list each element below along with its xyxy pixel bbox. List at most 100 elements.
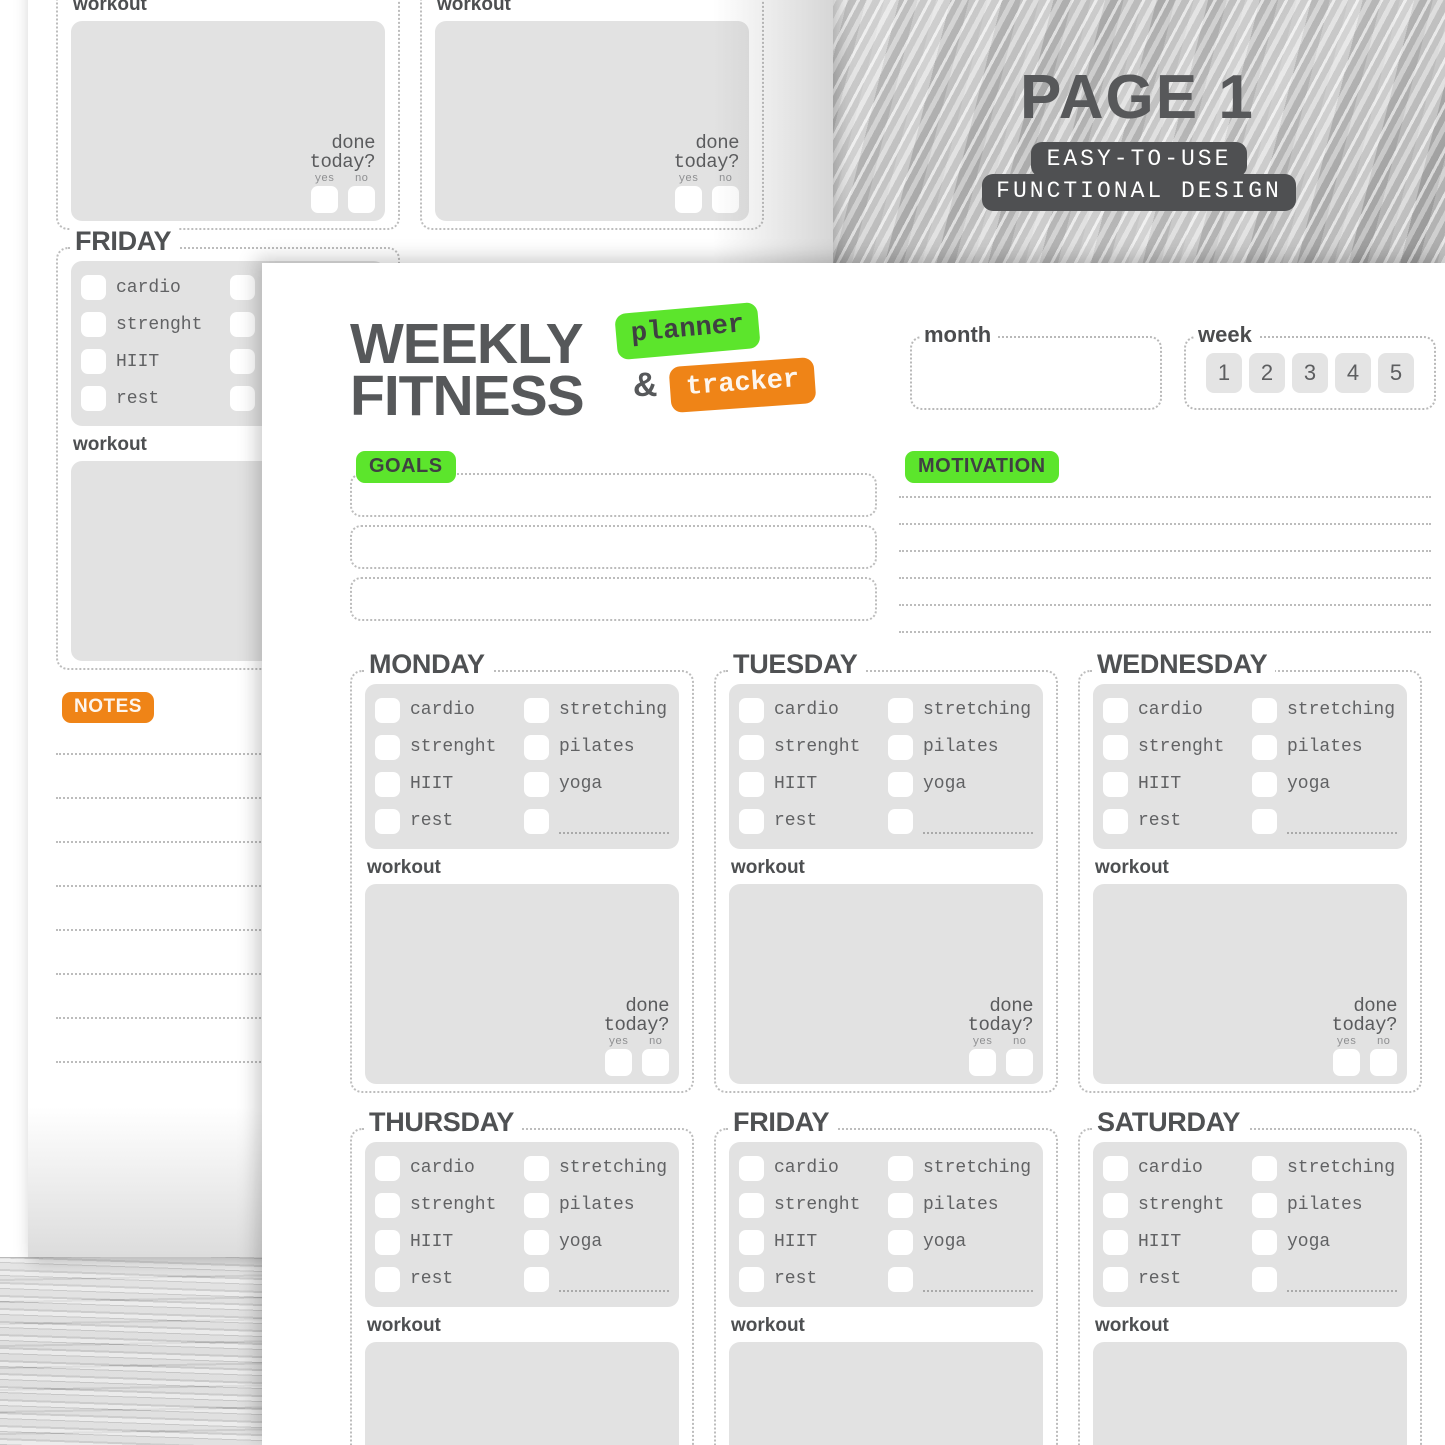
- checkbox-icon[interactable]: [524, 771, 549, 797]
- activity-custom-row[interactable]: [888, 805, 1033, 838]
- yes-option[interactable]: yes: [675, 174, 702, 213]
- activity-row[interactable]: cardio: [375, 1152, 520, 1185]
- checkbox-icon[interactable]: [375, 1155, 400, 1181]
- yes-checkbox-icon[interactable]: [311, 186, 338, 213]
- activity-custom-row[interactable]: [524, 1263, 669, 1296]
- no-option[interactable]: no: [348, 174, 375, 213]
- activity-row[interactable]: pilates: [1252, 731, 1397, 764]
- checkbox-icon[interactable]: [1252, 1192, 1277, 1218]
- checkbox-icon[interactable]: [375, 1266, 400, 1292]
- checkbox-icon[interactable]: [739, 1192, 764, 1218]
- checkbox-icon[interactable]: [1252, 1155, 1277, 1181]
- checkbox-icon[interactable]: [375, 771, 400, 797]
- activity-row[interactable]: stretching: [524, 1152, 669, 1185]
- activity-row[interactable]: rest: [81, 382, 226, 415]
- checkbox-icon[interactable]: [1103, 697, 1128, 723]
- yes-checkbox-icon[interactable]: [605, 1048, 632, 1076]
- activity-row[interactable]: strenght: [1103, 731, 1248, 764]
- checkbox-icon[interactable]: [1103, 808, 1128, 834]
- checkbox-icon[interactable]: [375, 808, 400, 834]
- checkbox-icon[interactable]: [888, 734, 913, 760]
- checkbox-icon[interactable]: [230, 312, 255, 337]
- yes-checkbox-icon[interactable]: [1333, 1048, 1360, 1076]
- activity-row[interactable]: cardio: [739, 1152, 884, 1185]
- activity-row[interactable]: stretching: [1252, 1152, 1397, 1185]
- checkbox-icon[interactable]: [230, 349, 255, 374]
- checkbox-icon[interactable]: [888, 1155, 913, 1181]
- motivation-line[interactable]: [899, 525, 1431, 552]
- activity-row[interactable]: pilates: [888, 731, 1033, 764]
- activity-row[interactable]: yoga: [888, 1226, 1033, 1259]
- checkbox-icon[interactable]: [1252, 1266, 1277, 1292]
- activity-row[interactable]: strenght: [81, 308, 226, 341]
- activity-row[interactable]: rest: [739, 1263, 884, 1296]
- activity-row[interactable]: cardio: [1103, 694, 1248, 727]
- checkbox-icon[interactable]: [524, 1155, 549, 1181]
- week-number-button[interactable]: 5: [1378, 353, 1414, 393]
- checkbox-icon[interactable]: [230, 386, 255, 411]
- workout-notes-input[interactable]: donetoday?yesno: [1093, 1341, 1407, 1445]
- checkbox-icon[interactable]: [739, 771, 764, 797]
- activity-row[interactable]: cardio: [1103, 1152, 1248, 1185]
- checkbox-icon[interactable]: [1252, 734, 1277, 760]
- motivation-line[interactable]: [899, 606, 1431, 633]
- activity-row[interactable]: yoga: [1252, 1226, 1397, 1259]
- checkbox-icon[interactable]: [1103, 771, 1128, 797]
- activity-row[interactable]: HIIT: [375, 1226, 520, 1259]
- yes-option[interactable]: yes: [969, 1036, 996, 1076]
- no-option[interactable]: no: [1370, 1036, 1397, 1076]
- checkbox-icon[interactable]: [81, 312, 106, 337]
- activity-row[interactable]: cardio: [81, 271, 226, 304]
- checkbox-icon[interactable]: [375, 734, 400, 760]
- checkbox-icon[interactable]: [1252, 1229, 1277, 1255]
- checkbox-icon[interactable]: [739, 734, 764, 760]
- checkbox-icon[interactable]: [375, 697, 400, 723]
- no-checkbox-icon[interactable]: [642, 1048, 669, 1076]
- checkbox-icon[interactable]: [739, 1229, 764, 1255]
- activity-row[interactable]: HIIT: [375, 768, 520, 801]
- week-number-button[interactable]: 2: [1249, 353, 1285, 393]
- motivation-line[interactable]: [899, 552, 1431, 579]
- checkbox-icon[interactable]: [1103, 1229, 1128, 1255]
- activity-row[interactable]: pilates: [888, 1189, 1033, 1222]
- checkbox-icon[interactable]: [888, 1266, 913, 1292]
- checkbox-icon[interactable]: [888, 771, 913, 797]
- workout-notes-input[interactable]: donetoday?yesno: [729, 1341, 1043, 1445]
- checkbox-icon[interactable]: [1252, 808, 1277, 834]
- checkbox-icon[interactable]: [81, 275, 106, 300]
- workout-notes-input[interactable]: donetoday?yesno: [435, 21, 749, 221]
- checkbox-icon[interactable]: [1252, 697, 1277, 723]
- activity-custom-row[interactable]: [1252, 805, 1397, 838]
- activity-row[interactable]: strenght: [375, 1189, 520, 1222]
- motivation-line[interactable]: [899, 579, 1431, 606]
- custom-activity-input[interactable]: [1287, 1289, 1397, 1292]
- activity-row[interactable]: rest: [375, 1263, 520, 1296]
- week-number-button[interactable]: 3: [1292, 353, 1328, 393]
- workout-notes-input[interactable]: donetoday?yesno: [71, 21, 385, 221]
- checkbox-icon[interactable]: [739, 808, 764, 834]
- checkbox-icon[interactable]: [888, 697, 913, 723]
- checkbox-icon[interactable]: [888, 1192, 913, 1218]
- checkbox-icon[interactable]: [1252, 771, 1277, 797]
- custom-activity-input[interactable]: [1287, 831, 1397, 834]
- workout-notes-input[interactable]: donetoday?yesno: [729, 883, 1043, 1084]
- activity-row[interactable]: pilates: [524, 1189, 669, 1222]
- checkbox-icon[interactable]: [739, 697, 764, 723]
- yes-checkbox-icon[interactable]: [969, 1048, 996, 1076]
- activity-row[interactable]: stretching: [524, 694, 669, 727]
- activity-row[interactable]: rest: [375, 805, 520, 838]
- checkbox-icon[interactable]: [524, 1266, 549, 1292]
- no-checkbox-icon[interactable]: [712, 186, 739, 213]
- activity-row[interactable]: rest: [1103, 805, 1248, 838]
- custom-activity-input[interactable]: [923, 1289, 1033, 1292]
- checkbox-icon[interactable]: [1103, 1155, 1128, 1181]
- no-option[interactable]: no: [1006, 1036, 1033, 1076]
- no-option[interactable]: no: [642, 1036, 669, 1076]
- activity-row[interactable]: cardio: [375, 694, 520, 727]
- checkbox-icon[interactable]: [524, 808, 549, 834]
- workout-notes-input[interactable]: donetoday?yesno: [1093, 883, 1407, 1084]
- activity-row[interactable]: HIIT: [1103, 768, 1248, 801]
- activity-row[interactable]: rest: [1103, 1263, 1248, 1296]
- activity-row[interactable]: pilates: [1252, 1189, 1397, 1222]
- checkbox-icon[interactable]: [1103, 734, 1128, 760]
